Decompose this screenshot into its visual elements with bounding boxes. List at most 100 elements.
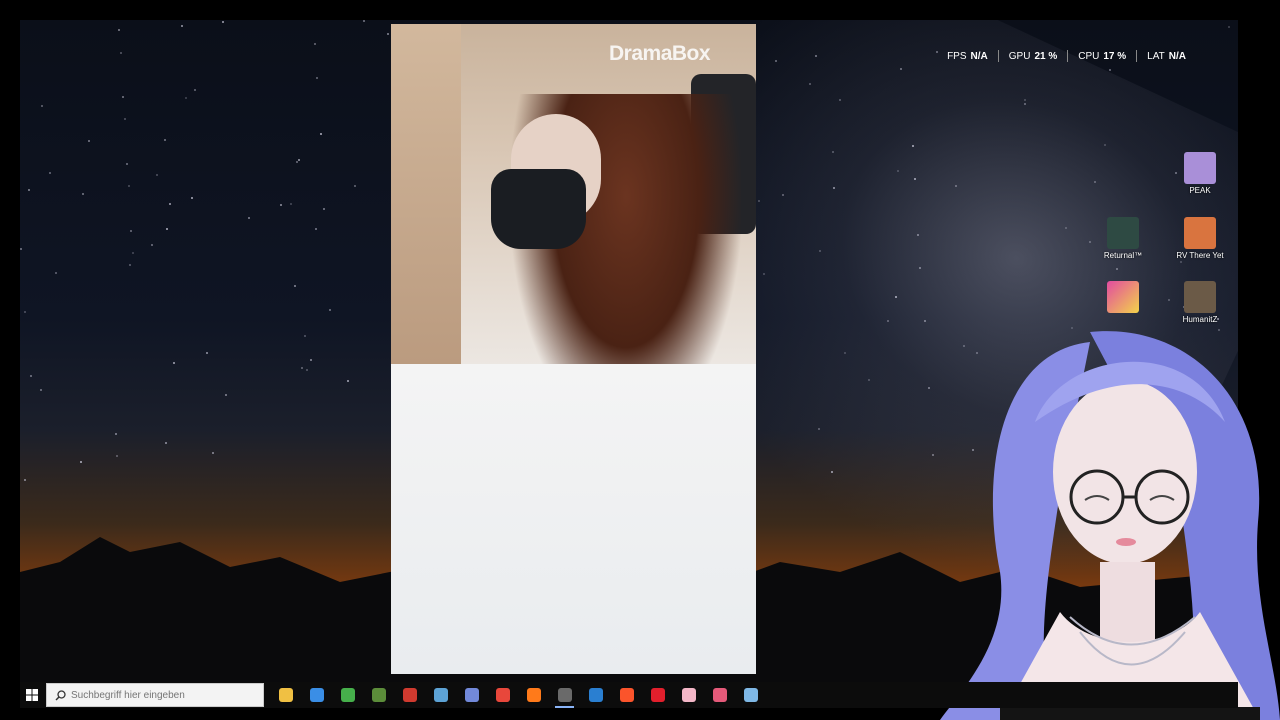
star bbox=[124, 118, 126, 120]
face-mask bbox=[491, 169, 586, 249]
star bbox=[900, 68, 902, 70]
star bbox=[316, 77, 318, 79]
taskbar-app-button[interactable] bbox=[332, 682, 363, 708]
rv-there-yet-app-icon bbox=[1184, 217, 1216, 249]
star bbox=[169, 203, 171, 205]
star bbox=[763, 273, 765, 275]
star bbox=[895, 296, 897, 298]
desktop-icon-rv-there-yet[interactable]: RV There Yet bbox=[1170, 217, 1230, 260]
minecraft-icon bbox=[371, 688, 386, 702]
search-icon bbox=[55, 689, 66, 701]
star bbox=[844, 352, 846, 354]
desktop-icon-peak[interactable]: PEAK bbox=[1170, 152, 1230, 195]
star bbox=[310, 359, 312, 361]
star bbox=[248, 217, 250, 219]
taskbar-app-button[interactable] bbox=[549, 682, 580, 708]
taskbar-app-button[interactable] bbox=[735, 682, 766, 708]
star bbox=[924, 320, 926, 322]
star bbox=[887, 320, 889, 322]
cpu-stat: CPU 17 % bbox=[1078, 50, 1127, 62]
star bbox=[329, 309, 331, 311]
star bbox=[122, 96, 124, 98]
taskbar-app-button[interactable] bbox=[704, 682, 735, 708]
star bbox=[775, 60, 777, 62]
tool-app-icon bbox=[712, 688, 727, 702]
star bbox=[868, 379, 870, 381]
start-button[interactable] bbox=[22, 682, 42, 708]
star bbox=[304, 335, 306, 337]
taskbar-app-button[interactable] bbox=[363, 682, 394, 708]
star bbox=[301, 367, 303, 369]
latency-stat: LAT N/A bbox=[1147, 50, 1186, 62]
peak-app-icon bbox=[1184, 152, 1216, 184]
star bbox=[831, 471, 833, 473]
file-explorer-icon bbox=[278, 688, 293, 702]
star bbox=[819, 250, 821, 252]
star bbox=[347, 380, 349, 382]
star bbox=[88, 140, 90, 142]
desktop-icon-unnamed[interactable] bbox=[1093, 281, 1153, 315]
star bbox=[118, 29, 120, 31]
star bbox=[1094, 181, 1096, 183]
dramabox-watermark: DramaBox bbox=[609, 42, 711, 65]
taskbar-app-button[interactable] bbox=[611, 682, 642, 708]
taskbar-app-button[interactable] bbox=[518, 682, 549, 708]
brave-icon bbox=[619, 688, 634, 702]
taskbar-app-button[interactable] bbox=[580, 682, 611, 708]
gpu-stat: GPU 21 % bbox=[1008, 50, 1058, 62]
vtuber-avatar bbox=[940, 331, 1280, 720]
star bbox=[320, 133, 322, 135]
taskbar-apps bbox=[270, 682, 766, 708]
star bbox=[194, 89, 196, 91]
star bbox=[185, 97, 187, 99]
discord-icon bbox=[464, 688, 479, 702]
star bbox=[24, 479, 26, 481]
star bbox=[206, 352, 208, 354]
search-input[interactable] bbox=[66, 689, 251, 701]
star bbox=[166, 228, 168, 230]
star bbox=[363, 20, 365, 22]
star bbox=[126, 163, 128, 165]
star bbox=[354, 185, 356, 187]
star bbox=[955, 185, 957, 187]
steam-link-icon bbox=[588, 688, 603, 702]
star bbox=[1104, 144, 1106, 146]
taskbar-search[interactable] bbox=[46, 683, 264, 707]
star bbox=[156, 174, 158, 176]
taskbar bbox=[20, 682, 1238, 708]
star bbox=[80, 461, 82, 463]
star bbox=[818, 428, 820, 430]
star bbox=[815, 55, 817, 57]
android-studio-icon bbox=[340, 688, 355, 702]
taskbar-app-button[interactable] bbox=[487, 682, 518, 708]
star bbox=[1065, 227, 1067, 229]
star bbox=[1116, 268, 1118, 270]
taskbar-app-button[interactable] bbox=[425, 682, 456, 708]
star bbox=[165, 442, 167, 444]
star bbox=[120, 52, 122, 54]
divider bbox=[1067, 50, 1069, 62]
divider bbox=[1136, 50, 1138, 62]
video-player[interactable]: DramaBox bbox=[391, 24, 756, 674]
news-app-icon bbox=[402, 688, 417, 702]
steam-alt-icon bbox=[743, 688, 758, 702]
star bbox=[191, 197, 193, 199]
star bbox=[55, 272, 57, 274]
desktop-icon-label: Returnal™ bbox=[1103, 251, 1143, 260]
star bbox=[1089, 241, 1091, 243]
taskbar-app-button[interactable] bbox=[673, 682, 704, 708]
taskbar-app-button[interactable] bbox=[270, 682, 301, 708]
desktop-icon-label: PEAK bbox=[1189, 186, 1211, 195]
taskbar-app-button[interactable] bbox=[394, 682, 425, 708]
star bbox=[919, 267, 921, 269]
divider bbox=[997, 50, 999, 62]
taskbar-app-button[interactable] bbox=[301, 682, 332, 708]
star bbox=[164, 139, 166, 141]
taskbar-app-button[interactable] bbox=[456, 682, 487, 708]
taskbar-app-button[interactable] bbox=[642, 682, 673, 708]
star bbox=[30, 375, 32, 377]
star bbox=[151, 244, 153, 246]
desktop-icon-returnal[interactable]: Returnal™ bbox=[1093, 217, 1153, 260]
star bbox=[1109, 69, 1111, 71]
star bbox=[225, 394, 227, 396]
